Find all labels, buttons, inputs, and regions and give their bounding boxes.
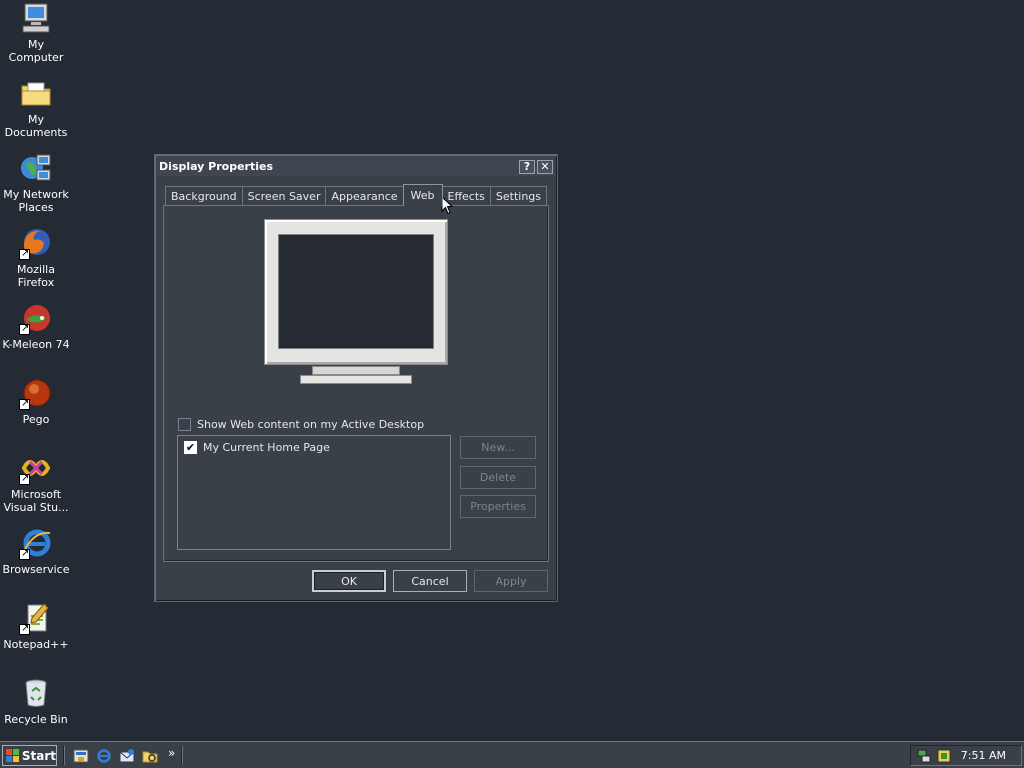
network-tray-icon[interactable] — [917, 749, 931, 763]
dialog-title: Display Properties — [159, 160, 274, 173]
security-tray-icon[interactable] — [937, 749, 951, 763]
shortcut-arrow-icon — [19, 547, 30, 560]
windows-explorer-icon[interactable] — [142, 748, 158, 764]
internet-explorer-icon — [19, 527, 52, 560]
list-item-checkbox[interactable]: ✔ — [184, 441, 197, 454]
tab-appearance[interactable]: Appearance — [325, 186, 404, 205]
list-item-label: My Current Home Page — [203, 441, 330, 454]
show-web-content-label: Show Web content on my Active Desktop — [197, 418, 425, 431]
outlook-express-icon[interactable] — [119, 748, 135, 764]
web-pages-list[interactable]: ✔ My Current Home Page — [177, 435, 451, 550]
help-icon: ? — [523, 160, 531, 173]
ok-button[interactable]: OK — [312, 570, 386, 592]
notepad-plus-plus-icon — [19, 602, 52, 635]
firefox-icon — [19, 227, 52, 260]
tab-web[interactable]: Web — [402, 184, 443, 206]
desktop-icon-my-computer[interactable]: My Computer — [0, 2, 74, 64]
desktop-icon-notepad-plus-plus[interactable]: Notepad++ — [0, 602, 74, 651]
close-icon: ✕ — [540, 160, 550, 173]
properties-button[interactable]: Properties — [460, 495, 536, 518]
new-button[interactable]: New... — [460, 436, 536, 459]
system-tray: 7:51 AM — [910, 745, 1022, 766]
desktop-icon-k-meleon[interactable]: K-Meleon 74 — [0, 302, 74, 351]
desktop-icon-label: Notepad++ — [3, 638, 69, 651]
clock[interactable]: 7:51 AM — [961, 749, 1006, 762]
shortcut-arrow-icon — [19, 322, 30, 335]
monitor-preview-icon — [264, 219, 448, 365]
tab-background[interactable]: Background — [165, 186, 243, 205]
shortcut-arrow-icon — [19, 472, 30, 485]
show-web-content-checkbox[interactable] — [178, 418, 191, 431]
shortcut-arrow-icon — [19, 397, 30, 410]
start-label: Start — [21, 748, 56, 763]
tab-settings[interactable]: Settings — [489, 186, 548, 205]
tab-screen-saver[interactable]: Screen Saver — [241, 186, 327, 205]
desktop-icon-mozilla-firefox[interactable]: Mozilla Firefox — [0, 227, 74, 289]
apply-button[interactable]: Apply — [474, 570, 548, 592]
internet-explorer-icon[interactable] — [96, 748, 112, 764]
desktop-icon-recycle-bin[interactable]: Recycle Bin — [0, 677, 74, 726]
folder-icon — [20, 77, 52, 109]
tab-strip: Background Screen Saver Appearance Web E… — [165, 184, 548, 206]
desktop-icon-browservice[interactable]: Browservice — [0, 527, 74, 576]
show-desktop-icon[interactable] — [73, 748, 89, 764]
desktop-icon-label: Browservice — [2, 563, 70, 576]
desktop-icon-label: Recycle Bin — [4, 713, 68, 726]
mouse-cursor-icon — [441, 196, 453, 215]
desktop-icon-label: Pego — [22, 413, 50, 426]
display-properties-dialog: Display Properties ? ✕ Background Screen… — [154, 154, 558, 602]
monitor-preview-screen — [278, 234, 434, 349]
monitor-stand-base — [300, 375, 412, 384]
delete-button[interactable]: Delete — [460, 466, 536, 489]
start-button[interactable]: Start — [2, 745, 57, 766]
taskbar: Start » 7:51 AM — [0, 741, 1024, 768]
taskbar-separator — [63, 746, 65, 765]
show-web-content-option[interactable]: Show Web content on my Active Desktop — [178, 418, 424, 431]
quick-launch-more-icon[interactable]: » — [168, 746, 175, 760]
desktop-icon-label: My Network Places — [3, 188, 69, 214]
desktop-icon-my-network-places[interactable]: My Network Places — [0, 152, 74, 214]
windows-logo-icon — [6, 749, 19, 762]
desktop-icon-visual-studio[interactable]: Microsoft Visual Stu... — [0, 452, 74, 514]
desktop-icon-label: My Documents — [4, 113, 68, 139]
k-meleon-icon — [19, 302, 52, 335]
monitor-stand-neck — [312, 366, 400, 375]
cancel-button[interactable]: Cancel — [393, 570, 467, 592]
shortcut-arrow-icon — [19, 247, 30, 260]
desktop-icon-label: K-Meleon 74 — [2, 338, 70, 351]
taskbar-separator — [181, 746, 183, 765]
web-tab-panel: Show Web content on my Active Desktop ✔ … — [163, 205, 549, 562]
dialog-titlebar[interactable]: Display Properties ? ✕ — [157, 157, 555, 176]
desktop-icon-my-documents[interactable]: My Documents — [0, 77, 74, 139]
shortcut-arrow-icon — [19, 622, 30, 635]
desktop-icon-label: My Computer — [8, 38, 64, 64]
close-button[interactable]: ✕ — [537, 159, 553, 174]
desktop-icon-pego[interactable]: Pego — [0, 377, 74, 426]
list-item[interactable]: ✔ My Current Home Page — [178, 436, 450, 454]
help-button[interactable]: ? — [519, 159, 535, 174]
recycle-bin-icon — [20, 677, 52, 709]
visual-studio-icon — [19, 452, 52, 485]
network-icon — [20, 152, 52, 184]
desktop-icon-label: Mozilla Firefox — [17, 263, 55, 289]
pego-icon — [19, 377, 52, 410]
computer-icon — [20, 2, 52, 34]
desktop-icon-label: Microsoft Visual Stu... — [3, 488, 69, 514]
